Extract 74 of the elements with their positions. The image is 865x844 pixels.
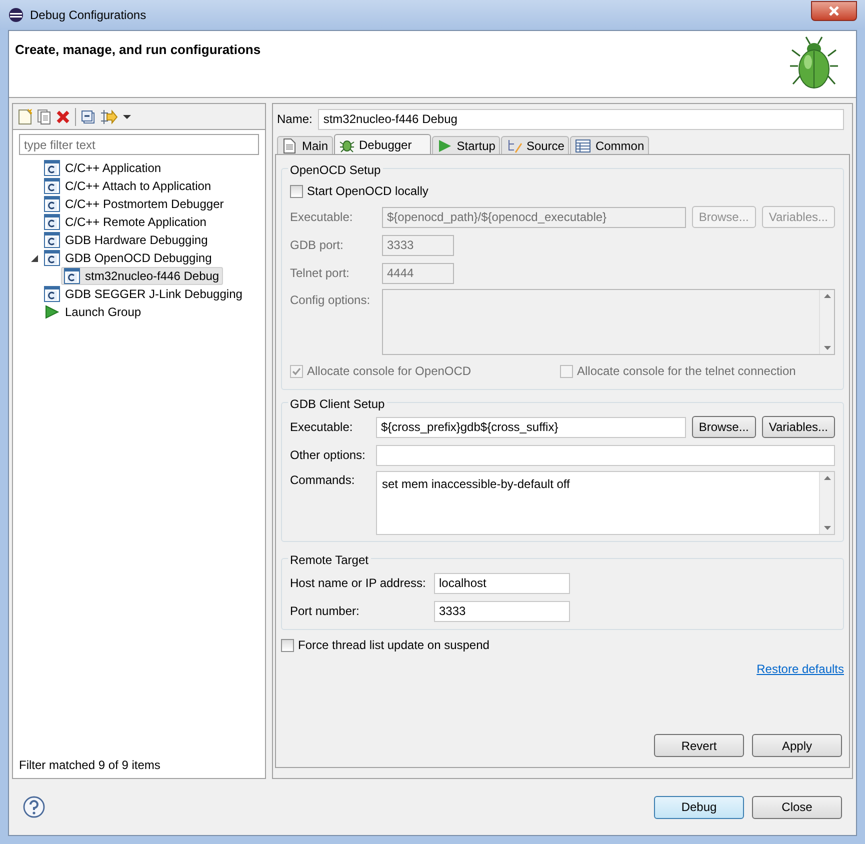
restore-defaults-link[interactable]: Restore defaults <box>756 660 844 678</box>
scroll-up-icon <box>824 476 830 480</box>
scroll-up-icon <box>824 294 830 298</box>
tree-item[interactable]: GDB SEGGER J-Link Debugging <box>41 285 246 303</box>
browse-button[interactable]: Browse... <box>692 416 756 438</box>
field-label: GDB port: <box>290 237 344 254</box>
scroll-down-icon <box>824 526 830 530</box>
field-label: Telnet port: <box>290 265 350 282</box>
new-file-icon <box>18 108 32 124</box>
field-label: Commands: <box>290 472 356 489</box>
help-icon <box>23 796 45 818</box>
tree-item[interactable]: GDB OpenOCD Debugging <box>41 249 216 267</box>
scroll-down-icon <box>824 346 830 350</box>
checkbox-label: Allocate console for the telnet connection <box>577 363 796 380</box>
dialog-button[interactable]: Debug <box>654 796 744 818</box>
config-icon <box>44 160 60 176</box>
checkbox-label: Allocate console for OpenOCD <box>307 363 472 380</box>
input-field[interactable]: localhost <box>434 572 570 594</box>
delete-icon <box>56 110 70 124</box>
tree-item[interactable]: C/C++ Attach to Application <box>41 177 216 195</box>
config-icon <box>44 232 60 248</box>
config-icon <box>44 250 60 266</box>
field-label: Config options: <box>290 292 372 309</box>
panel-button[interactable]: Apply <box>752 734 842 757</box>
browse-button[interactable]: Variables... <box>762 416 835 438</box>
field-label: Other options: <box>290 447 366 464</box>
window-title: Debug Configurations <box>30 7 146 24</box>
text-area[interactable]: set mem inaccessible-by-default off <box>376 471 835 535</box>
tree-item[interactable]: C/C++ Postmortem Debugger <box>41 195 228 213</box>
tab[interactable]: Main <box>277 136 334 154</box>
source-tree-icon <box>506 138 522 154</box>
input-field[interactable] <box>376 444 835 466</box>
tab[interactable]: Common <box>570 136 650 154</box>
tab[interactable]: Startup <box>432 136 500 154</box>
copy-icon <box>37 108 51 124</box>
app-icon <box>8 7 24 23</box>
caret-icon <box>123 114 131 120</box>
play-icon <box>44 304 60 320</box>
tree-item[interactable]: Launch Group <box>41 303 146 321</box>
collapse-icon <box>81 110 95 124</box>
name-field[interactable]: stm32nucleo-f446 Debug <box>318 108 844 130</box>
checkbox-label: Start OpenOCD locally <box>307 183 428 200</box>
checkbox[interactable] <box>281 638 294 652</box>
field-label: Port number: <box>290 603 360 620</box>
collapse-arrow-icon[interactable] <box>30 254 38 262</box>
tab[interactable]: Source <box>501 136 570 154</box>
filter-field[interactable]: type filter text <box>19 134 259 155</box>
filter-icon <box>100 108 118 124</box>
close-icon <box>828 6 840 16</box>
panel-button[interactable]: Revert <box>654 734 744 757</box>
header-title: Create, manage, and run configurations <box>14 41 261 59</box>
tree-item[interactable]: stm32nucleo-f446 Debug <box>61 267 224 285</box>
tree-item[interactable]: GDB Hardware Debugging <box>41 231 212 249</box>
filter-status: Filter matched 9 of 9 items <box>19 757 162 774</box>
tab[interactable]: Debugger <box>334 134 431 154</box>
close-button[interactable] <box>811 1 857 21</box>
field-label: Executable: <box>290 419 354 436</box>
tree-item[interactable]: C/C++ Application <box>41 159 166 177</box>
checkbox[interactable] <box>290 184 303 198</box>
dialog-button[interactable]: Close <box>752 796 842 818</box>
config-icon <box>64 268 80 284</box>
field-label: Host name or IP address: <box>290 575 427 592</box>
table-icon <box>575 138 592 154</box>
config-icon <box>44 286 60 302</box>
field-label: Executable: <box>290 209 354 226</box>
document-icon <box>282 138 298 154</box>
input-field[interactable]: ${cross_prefix}gdb${cross_suffix} <box>376 416 686 438</box>
tree-item[interactable]: C/C++ Remote Application <box>41 213 210 231</box>
config-icon <box>44 178 60 194</box>
checkbox-label: Force thread list update on suspend <box>298 637 490 654</box>
config-icon <box>44 196 60 212</box>
config-icon <box>44 214 60 230</box>
input-field[interactable]: 3333 <box>434 600 570 622</box>
name-label: Name: <box>277 111 312 128</box>
